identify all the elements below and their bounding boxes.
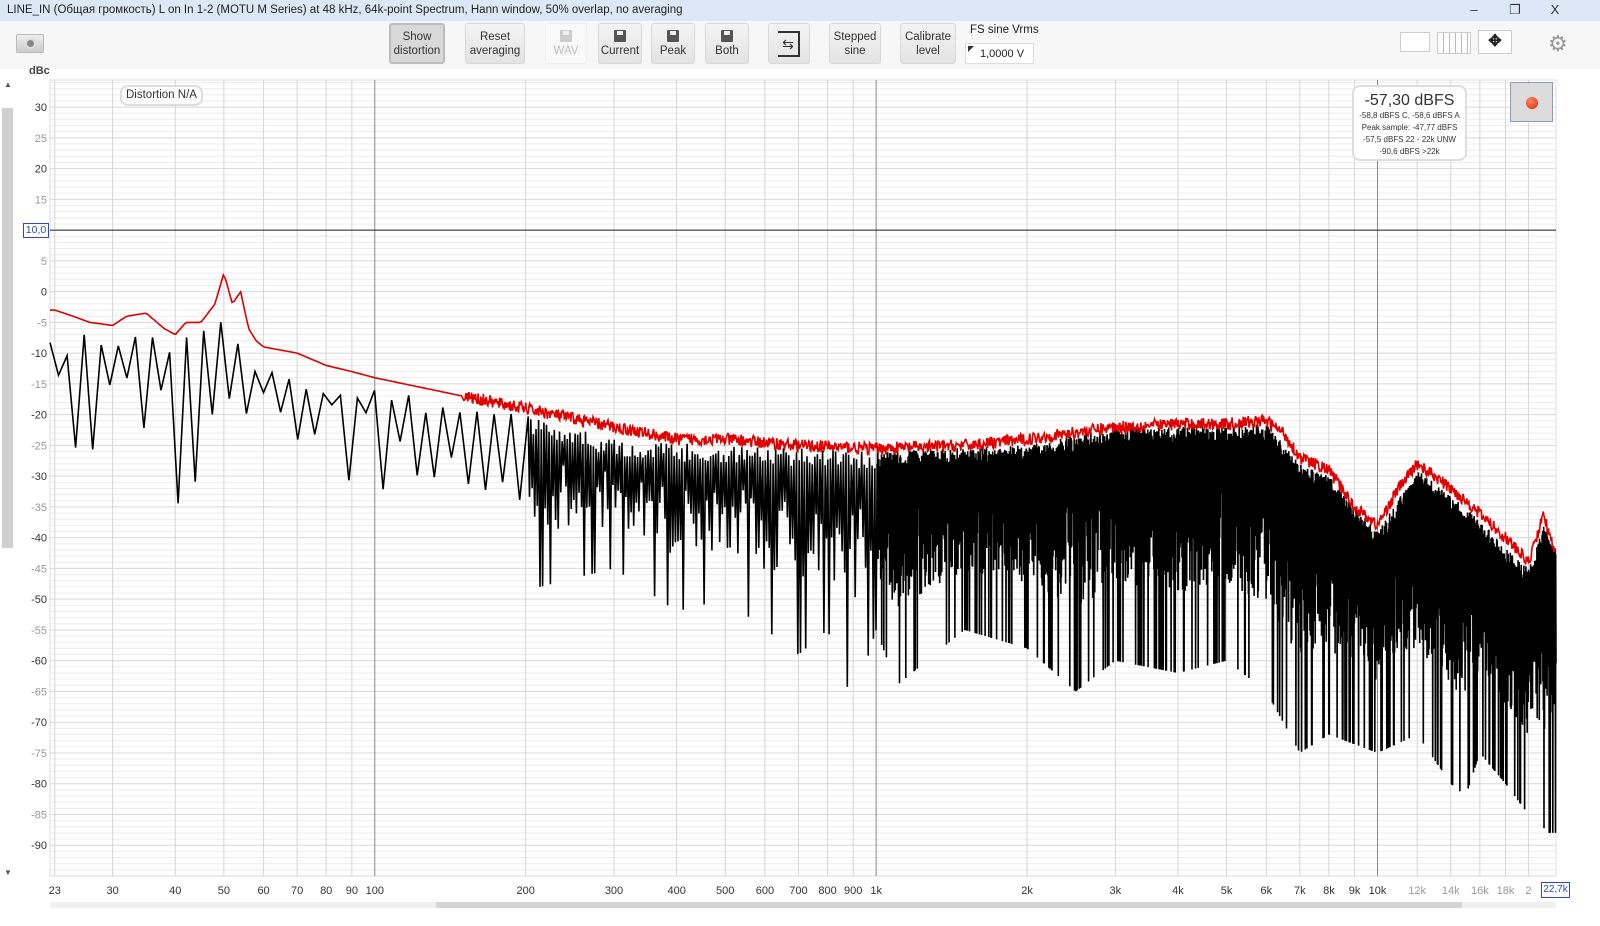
- x-tick-label: 23: [49, 885, 61, 897]
- x-tick-label: 2k: [1021, 885, 1033, 897]
- x-tick-label: 5k: [1221, 885, 1233, 897]
- y-tick-label: -60: [31, 656, 47, 668]
- x-tick-label: 900: [844, 885, 862, 897]
- x-tick-label: 60: [257, 885, 269, 897]
- y-tick-label: 5: [41, 256, 47, 268]
- y-tick-label: 0: [41, 287, 47, 299]
- record-icon: [1526, 97, 1538, 109]
- y-tick-label: -10: [31, 348, 47, 360]
- x-tick-label: 18k: [1497, 885, 1515, 897]
- x-tick-label: 90: [346, 885, 358, 897]
- y-tick-label: -55: [31, 625, 47, 637]
- y-tick-label: -30: [31, 471, 47, 483]
- y-tick-label: -40: [31, 533, 47, 545]
- readout-line: -57,5 dBFS 22 - 22k UNW: [1363, 135, 1456, 144]
- x-tick-label: 300: [605, 885, 623, 897]
- readout-line: -58,8 dBFS C, -58,6 dBFS A: [1359, 111, 1460, 120]
- x-tick-label: 30: [107, 885, 119, 897]
- y-tick-label: -50: [31, 594, 47, 606]
- y-tick-label: -15: [31, 379, 47, 391]
- y-tick-label: 15: [35, 194, 47, 206]
- x-tick-label: 16k: [1471, 885, 1489, 897]
- x-tick-label: 1k: [870, 885, 882, 897]
- x-tick-label: 10k: [1369, 885, 1387, 897]
- x-cursor-label[interactable]: 22,7k: [1541, 882, 1570, 898]
- x-tick-label: 40: [169, 885, 181, 897]
- y-tick-label: -85: [31, 809, 47, 821]
- y-tick-label: 20: [35, 164, 47, 176]
- y-tick-label: -65: [31, 686, 47, 698]
- readout-line: -90,6 dBFS >22k: [1379, 147, 1440, 156]
- x-tick-label: 2: [1525, 885, 1531, 897]
- y-tick-label: -5: [37, 317, 47, 329]
- y-tick-label: -20: [31, 410, 47, 422]
- record-button[interactable]: [1510, 82, 1553, 122]
- x-tick-label: 4k: [1172, 885, 1184, 897]
- y-tick-label: -75: [31, 748, 47, 760]
- x-tick-label: 500: [716, 885, 734, 897]
- x-tick-label: 12k: [1408, 885, 1426, 897]
- readout-line: Peak sample: -47,77 dBFS: [1361, 123, 1458, 132]
- x-tick-label: 600: [756, 885, 774, 897]
- readout-main: -57,30 dBFS: [1364, 92, 1455, 109]
- x-tick-label: 70: [291, 885, 303, 897]
- x-tick-label: 80: [320, 885, 332, 897]
- y-tick-label: -25: [31, 440, 47, 452]
- x-tick-label: 8k: [1323, 885, 1335, 897]
- x-tick-label: 100: [366, 885, 384, 897]
- y-tick-label: -70: [31, 717, 47, 729]
- x-tick-label: 9k: [1349, 885, 1361, 897]
- horizontal-scrollbar[interactable]: [50, 902, 1556, 908]
- x-tick-label: 6k: [1260, 885, 1272, 897]
- x-tick-label: 14k: [1442, 885, 1460, 897]
- y-tick-label: -35: [31, 502, 47, 514]
- y-tick-label: 25: [35, 133, 47, 145]
- distortion-badge: Distortion N/A: [120, 85, 203, 106]
- x-tick-label: 200: [517, 885, 535, 897]
- level-readout: -57,30 dBFS -58,8 dBFS C, -58,6 dBFS A P…: [1352, 85, 1467, 161]
- x-tick-label: 7k: [1294, 885, 1306, 897]
- x-tick-label: 400: [667, 885, 685, 897]
- y-cursor-label[interactable]: 10,0: [23, 223, 49, 238]
- y-tick-label: -90: [31, 840, 47, 852]
- x-tick-label: 700: [789, 885, 807, 897]
- y-tick-label: 30: [35, 102, 47, 114]
- x-tick-label: 50: [218, 885, 230, 897]
- x-tick-label: 3k: [1110, 885, 1122, 897]
- y-tick-label: -45: [31, 563, 47, 575]
- y-tick-label: -80: [31, 779, 47, 791]
- x-tick-label: 800: [818, 885, 836, 897]
